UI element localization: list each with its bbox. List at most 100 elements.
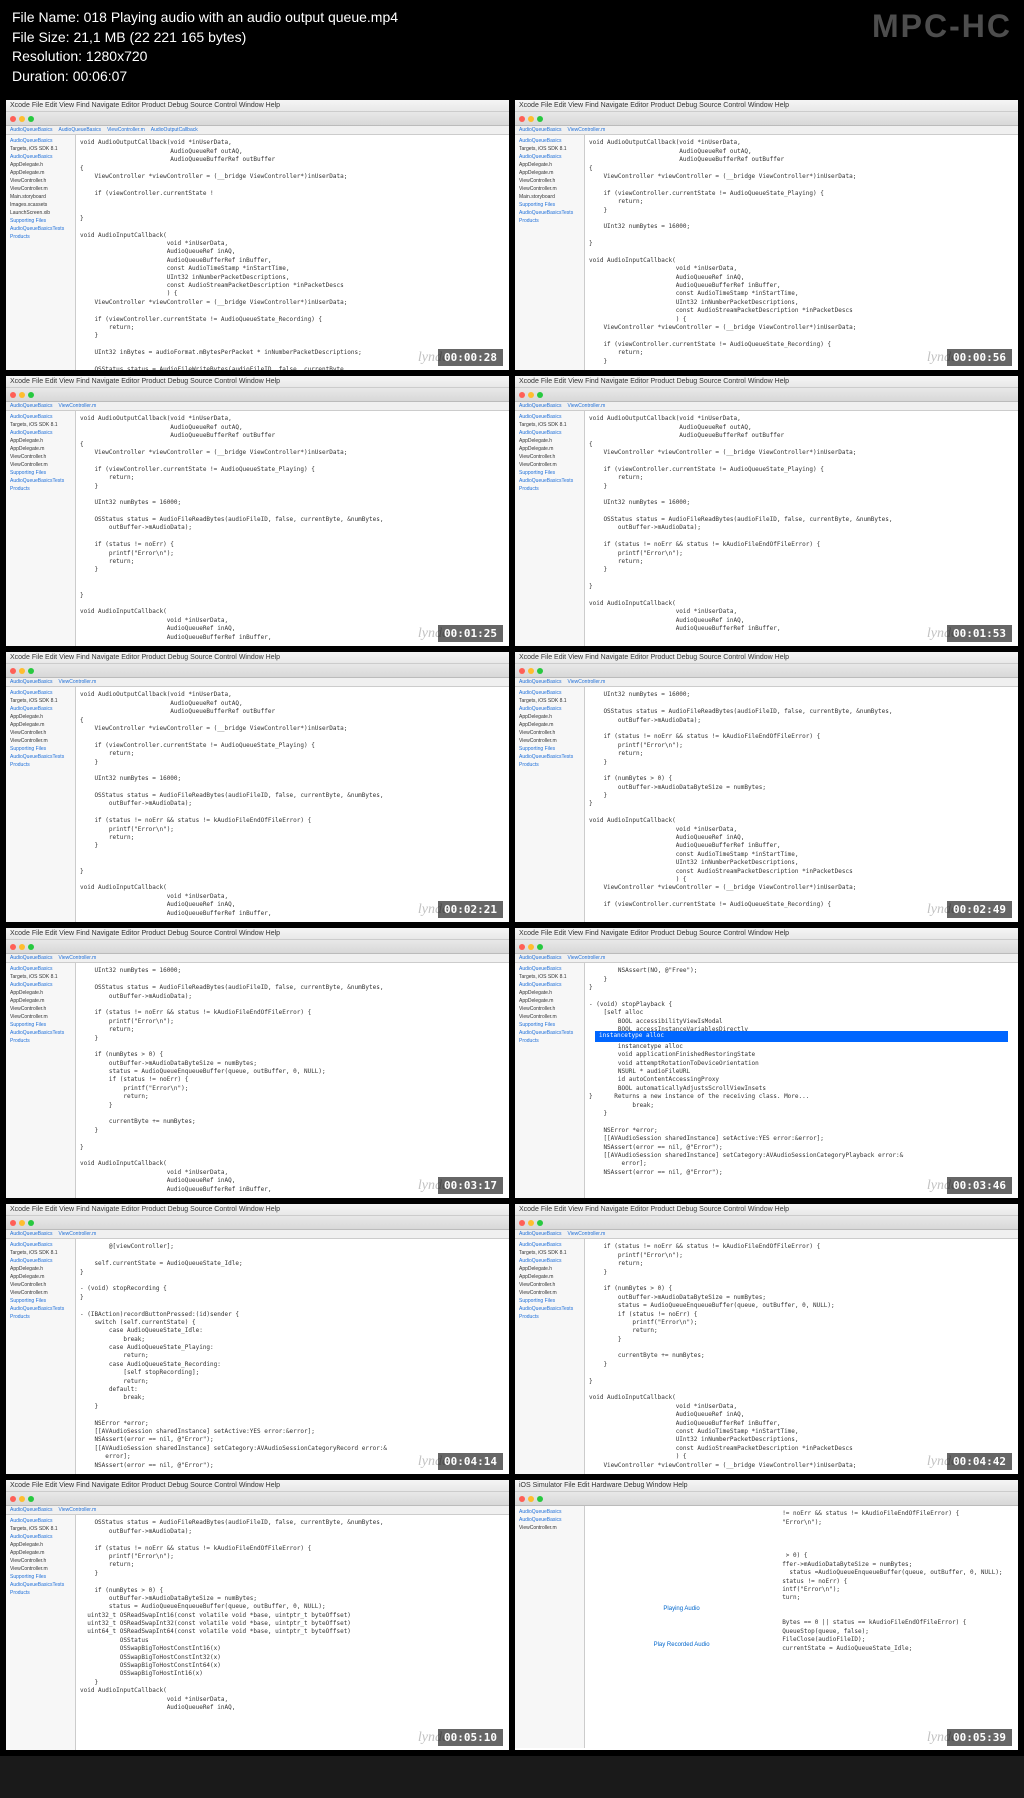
minimize-icon[interactable]	[528, 668, 534, 674]
xcode-menubar: Xcode File Edit View Find Navigate Edito…	[515, 652, 1018, 664]
maximize-icon[interactable]	[537, 116, 543, 122]
minimize-icon[interactable]	[19, 668, 25, 674]
timestamp-badge: 00:03:17	[438, 1177, 503, 1194]
duration-label: Duration: 00:06:07	[12, 67, 1012, 87]
thumbnail[interactable]: Xcode File Edit View Find Navigate Edito…	[6, 1204, 509, 1474]
xcode-menubar: Xcode File Edit View Find Navigate Edito…	[6, 928, 509, 940]
timestamp-badge: 00:02:49	[947, 901, 1012, 918]
maximize-icon[interactable]	[28, 944, 34, 950]
maximize-icon[interactable]	[537, 944, 543, 950]
mpc-hc-logo: MPC-HC	[872, 8, 1012, 45]
xcode-menubar: Xcode File Edit View Find Navigate Edito…	[6, 1204, 509, 1216]
code-editor[interactable]: UInt32 numBytes = 16000; OSStatus status…	[585, 687, 1018, 922]
thumbnail[interactable]: Xcode File Edit View Find Navigate Edito…	[6, 652, 509, 922]
close-icon[interactable]	[10, 944, 16, 950]
maximize-icon[interactable]	[28, 668, 34, 674]
thumbnail[interactable]: Xcode File Edit View Find Navigate Edito…	[6, 376, 509, 646]
code-editor[interactable]: if (status != noErr && status != kAudioF…	[585, 1239, 1018, 1474]
minimize-icon[interactable]	[19, 392, 25, 398]
minimize-icon[interactable]	[528, 116, 534, 122]
breadcrumb-bar: AudioQueueBasicsViewController.m	[515, 1230, 1018, 1239]
thumbnail-grid: Xcode File Edit View Find Navigate Edito…	[0, 94, 1024, 1756]
timestamp-badge: 00:04:14	[438, 1453, 503, 1470]
xcode-toolbar	[6, 388, 509, 402]
maximize-icon[interactable]	[28, 392, 34, 398]
breadcrumb-bar: AudioQueueBasicsViewController.m	[515, 954, 1018, 963]
project-navigator[interactable]: AudioQueueBasics Targets, iOS SDK 8.1 Au…	[6, 1515, 76, 1750]
xcode-menubar: Xcode File Edit View Find Navigate Edito…	[6, 652, 509, 664]
code-editor[interactable]: NSAssert(NO, @"Free"); } } - (void) stop…	[585, 963, 1018, 1198]
timestamp-badge: 00:03:46	[947, 1177, 1012, 1194]
breadcrumb-bar: AudioQueueBasicsViewController.m	[6, 402, 509, 411]
thumbnail[interactable]: Xcode File Edit View Find Navigate Edito…	[515, 376, 1018, 646]
project-navigator[interactable]: AudioQueueBasics Targets, iOS SDK 8.1 Au…	[6, 135, 76, 370]
code-editor[interactable]: void AudioOutputCallback(void *inUserDat…	[585, 411, 1018, 646]
close-icon[interactable]	[10, 392, 16, 398]
xcode-menubar: Xcode File Edit View Find Navigate Edito…	[6, 100, 509, 112]
timestamp-badge: 00:02:21	[438, 901, 503, 918]
maximize-icon[interactable]	[537, 668, 543, 674]
resolution-label: Resolution: 1280x720	[12, 47, 1012, 67]
close-icon[interactable]	[10, 1220, 16, 1226]
code-editor[interactable]: void AudioOutputCallback(void *inUserDat…	[76, 135, 509, 370]
thumbnail[interactable]: Xcode File Edit View Find Navigate Edito…	[515, 100, 1018, 370]
breadcrumb-bar: AudioQueueBasicsViewController.m	[515, 678, 1018, 687]
code-editor[interactable]: @[viewController]; self.currentState = A…	[76, 1239, 509, 1474]
code-editor[interactable]: != noErr && status != kAudioFileEndOfFil…	[778, 1506, 1018, 1748]
xcode-toolbar	[6, 112, 509, 126]
maximize-icon[interactable]	[28, 116, 34, 122]
project-navigator[interactable]: AudioQueueBasics Targets, iOS SDK 8.1 Au…	[515, 687, 585, 922]
close-icon[interactable]	[10, 668, 16, 674]
minimize-icon[interactable]	[19, 944, 25, 950]
minimize-icon[interactable]	[528, 1220, 534, 1226]
close-icon[interactable]	[519, 116, 525, 122]
thumbnail[interactable]: Xcode File Edit View Find Navigate Edito…	[6, 100, 509, 370]
close-icon[interactable]	[10, 116, 16, 122]
autocomplete-selected[interactable]: instancetype alloc	[595, 1031, 1008, 1041]
thumbnail[interactable]: Xcode File Edit View Find Navigate Edito…	[515, 1204, 1018, 1474]
thumbnail[interactable]: Xcode File Edit View Find Navigate Edito…	[6, 928, 509, 1198]
code-editor[interactable]: void AudioOutputCallback(void *inUserDat…	[76, 687, 509, 922]
close-icon[interactable]	[519, 1220, 525, 1226]
xcode-menubar: Xcode File Edit View Find Navigate Edito…	[515, 1204, 1018, 1216]
thumbnail[interactable]: iOS Simulator File Edit Hardware Debug W…	[515, 1480, 1018, 1750]
ios-simulator-view: Playing Audio Play Recorded Audio	[585, 1506, 778, 1748]
project-navigator[interactable]: AudioQueueBasics Targets, iOS SDK 8.1 Au…	[515, 963, 585, 1198]
play-recorded-button[interactable]: Play Recorded Audio	[654, 1642, 710, 1648]
maximize-icon[interactable]	[28, 1496, 34, 1502]
close-icon[interactable]	[519, 1496, 525, 1502]
close-icon[interactable]	[519, 668, 525, 674]
maximize-icon[interactable]	[537, 392, 543, 398]
close-icon[interactable]	[10, 1496, 16, 1502]
minimize-icon[interactable]	[528, 944, 534, 950]
minimize-icon[interactable]	[19, 1220, 25, 1226]
project-navigator[interactable]: AudioQueueBasics Targets, iOS SDK 8.1 Au…	[6, 1239, 76, 1474]
project-navigator[interactable]: AudioQueueBasics Targets, iOS SDK 8.1 Au…	[515, 411, 585, 646]
maximize-icon[interactable]	[537, 1496, 543, 1502]
maximize-icon[interactable]	[537, 1220, 543, 1226]
maximize-icon[interactable]	[28, 1220, 34, 1226]
project-navigator[interactable]: AudioQueueBasics Targets, iOS SDK 8.1 Au…	[6, 411, 76, 646]
project-navigator[interactable]: AudioQueueBasics Targets, iOS SDK 8.1 Au…	[515, 135, 585, 370]
project-navigator[interactable]: AudioQueueBasics AudioQueueBasics ViewCo…	[515, 1506, 585, 1748]
project-navigator[interactable]: AudioQueueBasics Targets, iOS SDK 8.1 Au…	[6, 963, 76, 1198]
minimize-icon[interactable]	[19, 116, 25, 122]
code-editor[interactable]: OSStatus status = AudioFileReadBytes(aud…	[76, 1515, 509, 1750]
project-navigator[interactable]: AudioQueueBasics Targets, iOS SDK 8.1 Au…	[515, 1239, 585, 1474]
code-editor[interactable]: void AudioOutputCallback(void *inUserDat…	[76, 411, 509, 646]
code-editor[interactable]: UInt32 numBytes = 16000; OSStatus status…	[76, 963, 509, 1198]
close-icon[interactable]	[519, 944, 525, 950]
xcode-menubar: Xcode File Edit View Find Navigate Edito…	[515, 376, 1018, 388]
filename-label: File Name: 018 Playing audio with an aud…	[12, 8, 1012, 28]
thumbnail[interactable]: Xcode File Edit View Find Navigate Edito…	[515, 928, 1018, 1198]
thumbnail[interactable]: Xcode File Edit View Find Navigate Edito…	[515, 652, 1018, 922]
minimize-icon[interactable]	[19, 1496, 25, 1502]
project-navigator[interactable]: AudioQueueBasics Targets, iOS SDK 8.1 Au…	[6, 687, 76, 922]
timestamp-badge: 00:05:39	[947, 1729, 1012, 1746]
minimize-icon[interactable]	[528, 392, 534, 398]
thumbnail[interactable]: Xcode File Edit View Find Navigate Edito…	[6, 1480, 509, 1750]
xcode-menubar: Xcode File Edit View Find Navigate Edito…	[6, 376, 509, 388]
close-icon[interactable]	[519, 392, 525, 398]
minimize-icon[interactable]	[528, 1496, 534, 1502]
code-editor[interactable]: void AudioOutputCallback(void *inUserDat…	[585, 135, 1018, 370]
